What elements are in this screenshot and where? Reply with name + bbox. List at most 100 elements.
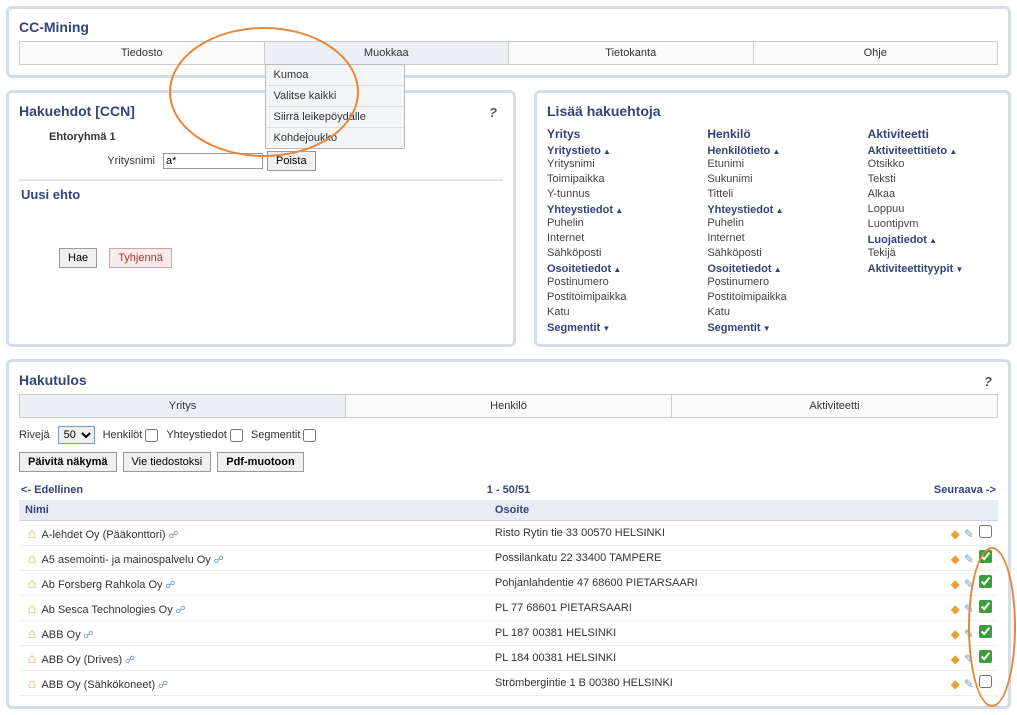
tag-icon[interactable]: ◆ [949, 552, 962, 566]
criteria-sub-item[interactable]: Internet [547, 231, 677, 246]
criteria-sub-item[interactable]: Loppuu [868, 202, 998, 217]
criteria-sub-item[interactable]: Teksti [868, 172, 998, 187]
criteria-sub-item[interactable]: Postitoimipaikka [547, 290, 677, 305]
clear-button[interactable]: Tyhjennä [109, 248, 172, 268]
edit-icon[interactable]: ✎ [962, 552, 976, 566]
tab-activity[interactable]: Aktiviteetti [672, 395, 997, 417]
row-select-checkbox[interactable] [979, 650, 992, 663]
tag-icon[interactable]: ◆ [949, 527, 962, 541]
row-select-checkbox[interactable] [979, 525, 992, 538]
criteria-sub-item[interactable]: Alkaa [868, 187, 998, 202]
criteria-category[interactable]: Aktiviteettitieto [868, 143, 998, 157]
criteria-category[interactable]: Aktiviteettityypit [868, 261, 998, 275]
row-select-checkbox[interactable] [979, 625, 992, 638]
criteria-sub-item[interactable]: Katu [707, 305, 837, 320]
results-help-icon[interactable]: ? [984, 374, 998, 389]
criteria-category[interactable]: Segmentit [707, 320, 837, 334]
col-address[interactable]: Osoite [489, 500, 918, 521]
menu-database[interactable]: Tietokanta [509, 42, 754, 64]
filter-segments[interactable]: Segmentit [251, 429, 317, 442]
filter-contacts-checkbox[interactable] [230, 429, 243, 442]
criteria-sub-item[interactable]: Etunimi [707, 157, 837, 172]
app-title: CC-Mining [19, 15, 998, 41]
criteria-sub-item[interactable]: Puhelin [707, 216, 837, 231]
company-name-link[interactable]: A5 asemointi- ja mainospalvelu Oy [39, 554, 224, 566]
criteria-category[interactable]: Segmentit [547, 320, 677, 334]
criteria-sub-item[interactable]: Yritysnimi [547, 157, 677, 172]
criteria-category[interactable]: Henkilötieto [707, 143, 837, 157]
tag-icon[interactable]: ◆ [949, 602, 962, 616]
company-name-link[interactable]: ABB Oy (Drives) [39, 654, 135, 666]
tab-person[interactable]: Henkilö [346, 395, 672, 417]
filter-segments-checkbox[interactable] [303, 429, 316, 442]
company-name-link[interactable]: Ab Sesca Technologies Oy [39, 604, 186, 616]
refresh-view-button[interactable]: Päivitä näkymä [19, 452, 117, 472]
filter-contacts[interactable]: Yhteystiedot [166, 429, 243, 442]
edit-icon[interactable]: ✎ [962, 602, 976, 616]
row-select-checkbox[interactable] [979, 575, 992, 588]
tag-icon[interactable]: ◆ [949, 652, 962, 666]
help-icon[interactable]: ? [489, 105, 503, 120]
tag-icon[interactable]: ◆ [949, 677, 962, 691]
table-row: ABB OyPL 187 00381 HELSINKI◆✎ [19, 621, 998, 646]
tag-icon[interactable]: ◆ [949, 627, 962, 641]
export-button[interactable]: Vie tiedostoksi [123, 452, 212, 472]
criteria-sub-item[interactable]: Postinumero [707, 275, 837, 290]
criteria-sub-item[interactable]: Puhelin [547, 216, 677, 231]
menu-file[interactable]: Tiedosto [20, 42, 265, 64]
criteria-sub-item[interactable]: Titteli [707, 187, 837, 202]
criteria-sub-item[interactable]: Sukunimi [707, 172, 837, 187]
add-conditions-title: Lisää hakuehtoja [547, 99, 998, 125]
company-name-input[interactable] [163, 153, 263, 169]
company-name-link[interactable]: ABB Oy [39, 629, 93, 641]
criteria-category[interactable]: Yhteystiedot [547, 202, 677, 216]
pdf-button[interactable]: Pdf-muotoon [217, 452, 303, 472]
tag-icon[interactable]: ◆ [949, 577, 962, 591]
edit-icon[interactable]: ✎ [962, 577, 976, 591]
company-name-link[interactable]: A-lehdet Oy (Pääkonttori) [39, 529, 178, 541]
filter-persons-checkbox[interactable] [145, 429, 158, 442]
company-address: Pohjanlahdentie 47 68600 PIETARSAARI [489, 571, 918, 596]
tab-company[interactable]: Yritys [20, 395, 346, 417]
rows-select[interactable]: 50 [58, 426, 95, 444]
edit-icon[interactable]: ✎ [962, 527, 976, 541]
criteria-sub-item[interactable]: Postitoimipaikka [707, 290, 837, 305]
criteria-category[interactable]: Osoitetiedot [547, 261, 677, 275]
criteria-sub-item[interactable]: Internet [707, 231, 837, 246]
menu-edit[interactable]: Muokkaa Kumoa Valitse kaikki Siirrä leik… [265, 42, 510, 64]
menu-target-group[interactable]: Kohdejoukko [266, 128, 404, 148]
row-select-checkbox[interactable] [979, 600, 992, 613]
criteria-category[interactable]: Osoitetiedot [707, 261, 837, 275]
pager-prev[interactable]: <- Edellinen [21, 484, 83, 496]
criteria-category[interactable]: Yhteystiedot [707, 202, 837, 216]
edit-icon[interactable]: ✎ [962, 652, 976, 666]
criteria-sub-item[interactable]: Y-tunnus [547, 187, 677, 202]
company-name-link[interactable]: ABB Oy (Sähkökoneet) [39, 679, 168, 691]
row-select-checkbox[interactable] [979, 550, 992, 563]
edit-icon[interactable]: ✎ [962, 627, 976, 641]
filter-persons[interactable]: Henkilöt [103, 429, 159, 442]
menu-select-all[interactable]: Valitse kaikki [266, 86, 404, 107]
criteria-column: HenkilöHenkilötietoEtunimiSukunimiTittel… [707, 127, 837, 334]
edit-icon[interactable]: ✎ [962, 677, 976, 691]
row-select-checkbox[interactable] [979, 675, 992, 688]
company-name-label: Yritysnimi [69, 155, 159, 167]
criteria-category[interactable]: Yritystieto [547, 143, 677, 157]
criteria-sub-item[interactable]: Toimipaikka [547, 172, 677, 187]
pager-next[interactable]: Seuraava -> [934, 484, 996, 496]
criteria-sub-item[interactable]: Otsikko [868, 157, 998, 172]
criteria-sub-item[interactable]: Sähköposti [707, 246, 837, 261]
criteria-sub-item[interactable]: Luontipvm [868, 217, 998, 232]
criteria-sub-item[interactable]: Tekijä [868, 246, 998, 261]
criteria-sub-item[interactable]: Postinumero [547, 275, 677, 290]
menu-copy-clipboard[interactable]: Siirrä leikepöydälle [266, 107, 404, 128]
search-button[interactable]: Hae [59, 248, 97, 268]
menu-help[interactable]: Ohje [754, 42, 998, 64]
col-name[interactable]: Nimi [19, 500, 489, 521]
criteria-category[interactable]: Luojatiedot [868, 232, 998, 246]
menu-undo[interactable]: Kumoa [266, 65, 404, 86]
remove-button[interactable]: Poista [267, 151, 316, 171]
criteria-sub-item[interactable]: Katu [547, 305, 677, 320]
criteria-sub-item[interactable]: Sähköposti [547, 246, 677, 261]
company-name-link[interactable]: Ab Forsberg Rahkola Oy [39, 579, 175, 591]
